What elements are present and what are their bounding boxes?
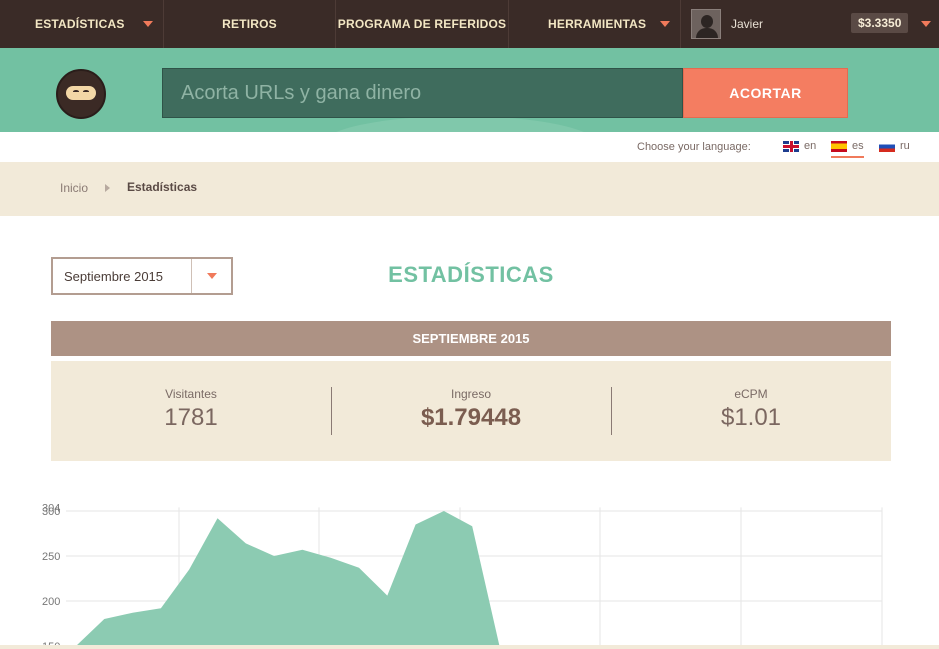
language-option-es[interactable]: es bbox=[831, 140, 864, 158]
language-code-es: es bbox=[852, 140, 864, 152]
language-code-ru: ru bbox=[900, 140, 910, 152]
stat-value: 1781 bbox=[164, 404, 218, 431]
user-menu[interactable]: Javier $3.3350 bbox=[681, 0, 939, 48]
month-header: SEPTIEMBRE 2015 bbox=[51, 321, 891, 356]
month-select-toggle[interactable] bbox=[191, 259, 231, 293]
chart-y-tick-label: 300 bbox=[42, 506, 60, 518]
top-navigation: ESTADÍSTICAS RETIROS PROGRAMA DE REFERID… bbox=[0, 0, 939, 48]
nav-herramientas[interactable]: HERRAMIENTAS bbox=[509, 0, 681, 48]
nav-programa-referidos-label: PROGRAMA DE REFERIDOS bbox=[337, 17, 507, 31]
chevron-down-icon bbox=[143, 21, 153, 27]
stat-ingreso: Ingreso $1.79448 bbox=[331, 361, 611, 461]
chart-y-tick-label: 250 bbox=[42, 551, 60, 563]
chart-y-tick-label: 200 bbox=[42, 596, 60, 608]
page-title: ESTADÍSTICAS bbox=[388, 262, 554, 287]
nav-herramientas-label: HERRAMIENTAS bbox=[548, 17, 647, 31]
spain-flag-icon bbox=[831, 140, 847, 152]
nav-programa-referidos[interactable]: PROGRAMA DE REFERIDOS bbox=[336, 0, 509, 48]
chevron-right-icon bbox=[105, 184, 110, 192]
avatar bbox=[691, 9, 721, 39]
stat-visitantes: Visitantes 1781 bbox=[51, 361, 331, 461]
month-select-value: Septiembre 2015 bbox=[64, 268, 164, 284]
stat-value: $1.01 bbox=[720, 404, 782, 431]
shorten-button[interactable]: ACORTAR bbox=[683, 68, 848, 118]
uk-flag-icon bbox=[783, 140, 799, 152]
language-option-ru[interactable]: ru bbox=[879, 140, 910, 152]
breadcrumb-home-link[interactable]: Inicio bbox=[60, 181, 88, 195]
stat-ecpm: eCPM $1.01 bbox=[611, 361, 891, 461]
stats-summary: Visitantes 1781 Ingreso $1.79448 eCPM $1… bbox=[51, 361, 891, 461]
url-input[interactable]: Acorta URLs y gana dinero bbox=[162, 68, 683, 118]
chevron-down-icon bbox=[660, 21, 670, 27]
chart-area-series bbox=[76, 511, 529, 649]
avatar-body-icon bbox=[696, 28, 718, 38]
nav-estadisticas-label: ESTADÍSTICAS bbox=[35, 17, 125, 31]
header-band: Acorta URLs y gana dinero ACORTAR bbox=[0, 48, 939, 132]
chevron-down-icon bbox=[206, 273, 217, 279]
stat-value: $1.79448 bbox=[420, 404, 522, 431]
stat-label: Ingreso bbox=[450, 387, 492, 401]
month-select[interactable]: Septiembre 2015 bbox=[51, 257, 233, 295]
stats-chart: 304300250200150 bbox=[42, 502, 883, 649]
nav-retiros-label: RETIROS bbox=[222, 17, 277, 31]
breadcrumb-current: Estadísticas bbox=[127, 180, 198, 194]
user-name: Javier bbox=[731, 17, 764, 31]
header-decoration bbox=[320, 116, 600, 132]
stat-label: eCPM bbox=[734, 387, 768, 401]
avatar-head-icon bbox=[701, 15, 713, 28]
ninja-logo-icon[interactable] bbox=[56, 69, 106, 119]
language-bar: Choose your language: en es ru bbox=[0, 132, 939, 162]
breadcrumb: Inicio Estadísticas bbox=[0, 162, 939, 216]
nav-retiros[interactable]: RETIROS bbox=[164, 0, 336, 48]
balance-badge: $3.3350 bbox=[851, 13, 909, 33]
url-input-placeholder: Acorta URLs y gana dinero bbox=[181, 81, 422, 104]
language-label: Choose your language: bbox=[637, 141, 751, 153]
language-option-en[interactable]: en bbox=[783, 140, 816, 152]
footer-strip bbox=[0, 645, 939, 649]
stat-label: Visitantes bbox=[165, 387, 217, 401]
russia-flag-icon bbox=[879, 140, 895, 152]
nav-estadisticas[interactable]: ESTADÍSTICAS bbox=[0, 0, 164, 48]
language-code-en: en bbox=[804, 140, 817, 152]
chevron-down-icon bbox=[921, 21, 931, 27]
